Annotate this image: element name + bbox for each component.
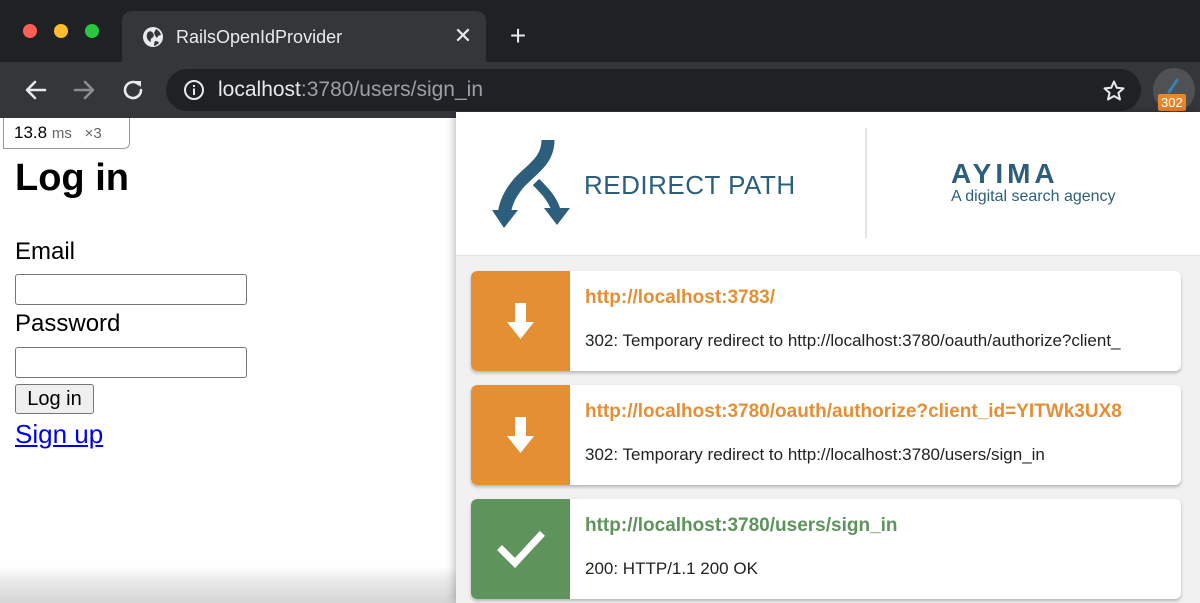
- redirect-hop[interactable]: http://localhost:3780/users/sign_in 200:…: [471, 499, 1181, 599]
- browser-tab[interactable]: RailsOpenIdProvider ✕: [122, 11, 486, 62]
- email-label: Email: [15, 238, 76, 265]
- info-icon[interactable]: [183, 79, 205, 101]
- forward-arrow-icon[interactable]: [70, 76, 98, 104]
- hop-status: 302: Temporary redirect to http://localh…: [585, 331, 1121, 350]
- hop-status: 200: HTTP/1.1 200 OK: [585, 559, 758, 578]
- popup-header: REDIRECT PATH AYIMA A digital search age…: [456, 112, 1200, 256]
- ayima-logo[interactable]: AYIMA: [951, 160, 1059, 188]
- redirect-status-tile: [471, 271, 570, 371]
- browser-toolbar: localhost:3780/users/sign_in: [0, 62, 1200, 118]
- url-text: localhost:3780/users/sign_in: [218, 78, 483, 102]
- tab-close-icon[interactable]: ✕: [451, 24, 475, 48]
- ayima-tagline: A digital search agency: [951, 188, 1116, 205]
- ok-status-tile: [471, 499, 570, 599]
- close-window-button[interactable]: [23, 24, 37, 38]
- redirect-status-tile: [471, 385, 570, 485]
- profiler-badge[interactable]: 13.8 ms ×3: [3, 118, 130, 149]
- extension-status-badge: 302: [1158, 94, 1186, 111]
- reload-icon[interactable]: [119, 76, 147, 104]
- redirect-hop[interactable]: http://localhost:3780/oauth/authorize?cl…: [471, 385, 1181, 485]
- hop-url[interactable]: http://localhost:3780/users/sign_in: [585, 514, 1175, 538]
- checkmark-icon: [497, 531, 545, 569]
- profiler-ms-value: 13.8: [14, 123, 48, 142]
- password-label: Password: [15, 310, 121, 337]
- tab-strip: RailsOpenIdProvider ✕ +: [0, 0, 1200, 62]
- redirect-path-popup: REDIRECT PATH AYIMA A digital search age…: [456, 112, 1200, 603]
- new-tab-icon[interactable]: +: [505, 22, 531, 50]
- tab-title: RailsOpenIdProvider: [176, 27, 343, 47]
- minimize-window-button[interactable]: [54, 24, 68, 38]
- hop-url[interactable]: http://localhost:3780/oauth/authorize?cl…: [585, 400, 1175, 424]
- arrow-down-icon: [507, 303, 534, 339]
- bookmark-star-icon[interactable]: [1102, 79, 1126, 103]
- url-host: localhost: [218, 78, 301, 101]
- header-divider: [865, 128, 867, 238]
- profiler-count: ×3: [84, 125, 102, 142]
- password-field[interactable]: [15, 347, 247, 378]
- profiler-ms-unit: ms: [51, 125, 72, 142]
- email-field[interactable]: [15, 274, 247, 305]
- globe-icon: [143, 27, 163, 47]
- hop-status: 302: Temporary redirect to http://localh…: [585, 445, 1045, 464]
- arrow-down-icon: [507, 417, 534, 453]
- redirect-path-logo-icon: [492, 139, 570, 228]
- redirect-hop[interactable]: http://localhost:3783/ 302: Temporary re…: [471, 271, 1181, 371]
- back-arrow-icon[interactable]: [22, 76, 50, 104]
- url-path: :3780/users/sign_in: [300, 78, 484, 101]
- sign-up-link[interactable]: Sign up: [15, 419, 103, 449]
- maximize-window-button[interactable]: [85, 24, 99, 38]
- redirect-path-brand: REDIRECT PATH: [584, 170, 796, 200]
- page-title: Log in: [15, 157, 129, 199]
- page-bottom-shadow: [0, 566, 456, 603]
- login-button[interactable]: Log in: [15, 384, 94, 414]
- address-bar[interactable]: localhost:3780/users/sign_in: [166, 69, 1141, 111]
- hop-url[interactable]: http://localhost:3783/: [585, 286, 1175, 310]
